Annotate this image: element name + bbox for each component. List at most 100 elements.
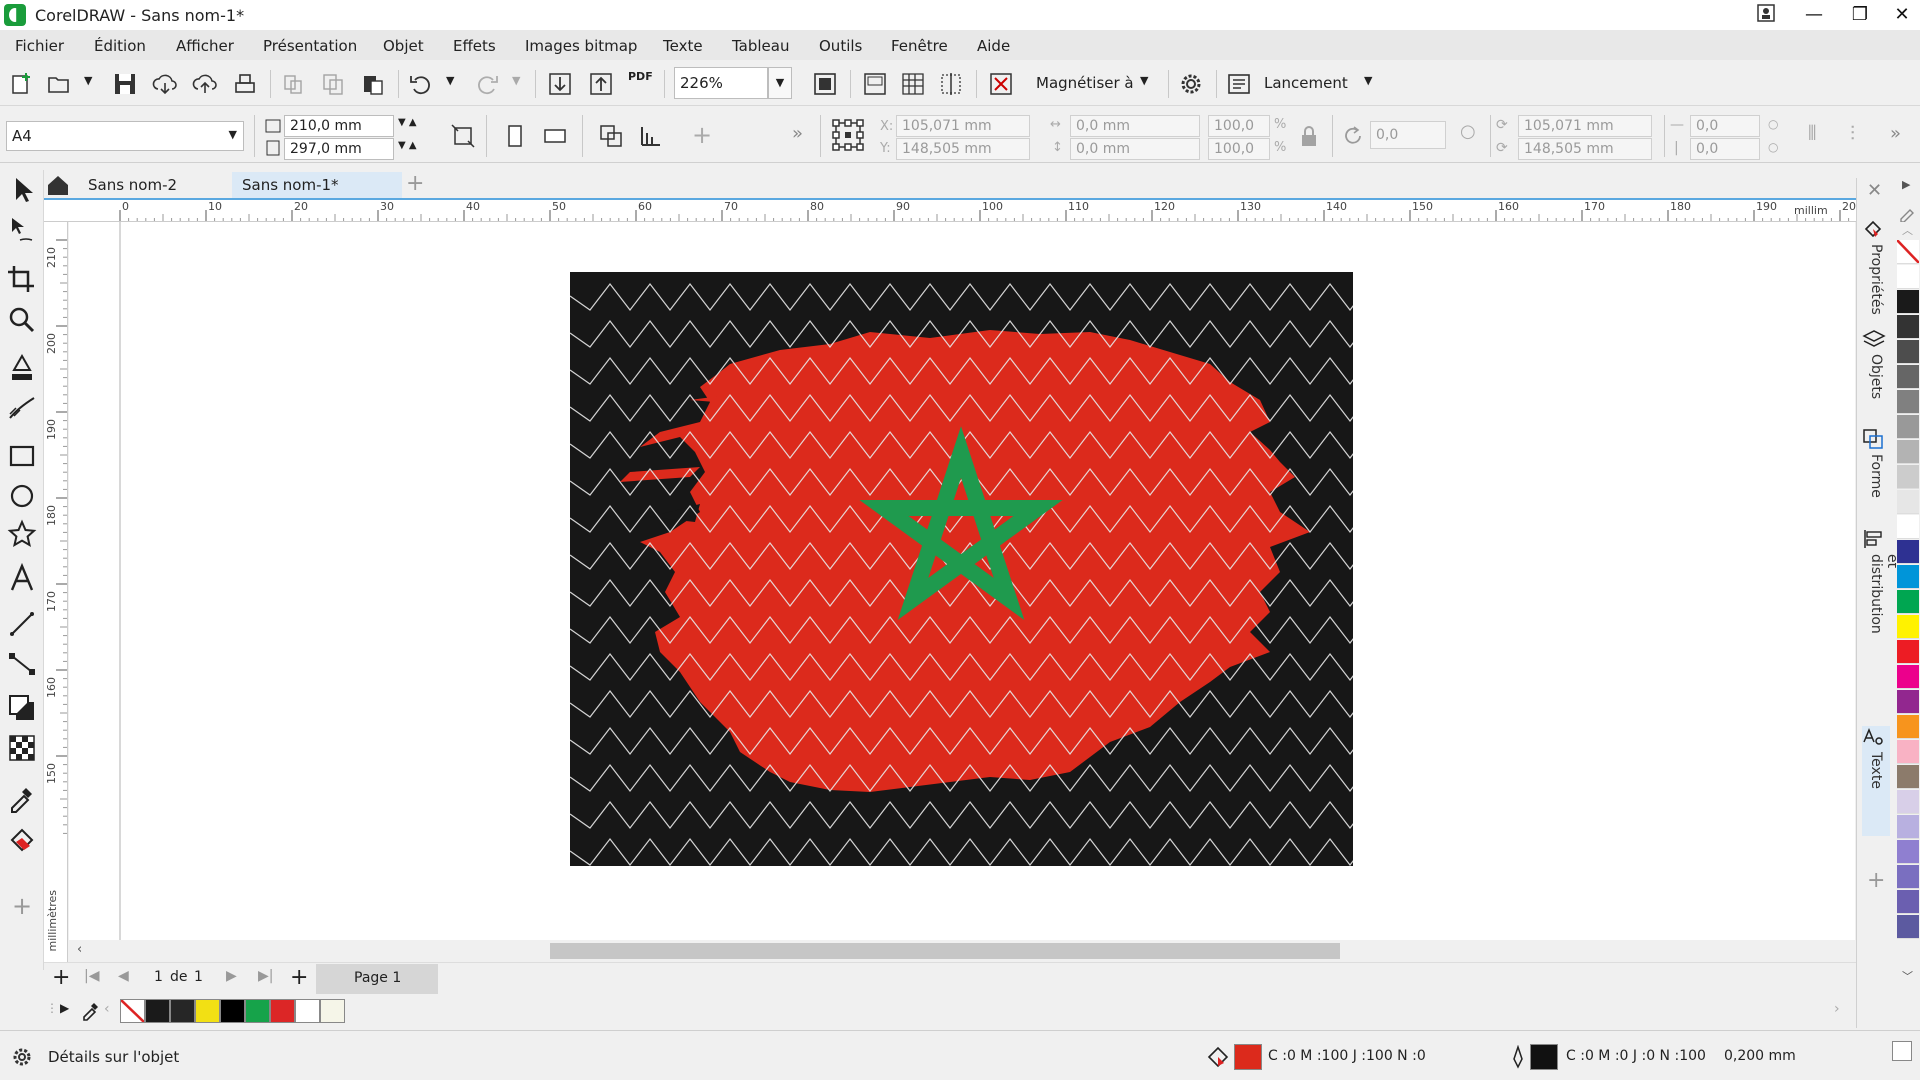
snap-to-label[interactable]: Magnétiser à bbox=[1036, 74, 1134, 92]
transparency-tool-icon[interactable] bbox=[6, 732, 38, 764]
menu-edit[interactable]: Édition bbox=[94, 37, 146, 55]
drop-shadow-tool-icon[interactable] bbox=[6, 692, 38, 724]
document-color-swatch[interactable] bbox=[145, 999, 170, 1023]
docker-tab-shape[interactable]: Forme bbox=[1862, 428, 1890, 498]
palette-color-swatch[interactable] bbox=[1897, 390, 1919, 414]
print-icon[interactable] bbox=[232, 71, 258, 97]
previous-page-icon[interactable]: ◀ bbox=[118, 968, 129, 984]
document-color-swatch[interactable] bbox=[245, 999, 270, 1023]
rotation-center-y-field[interactable]: 148,505 mm bbox=[1518, 138, 1652, 160]
new-tab-icon[interactable]: + bbox=[406, 171, 424, 196]
skew-vertical-field[interactable]: 0,0 bbox=[1690, 138, 1760, 160]
palette-color-swatch[interactable] bbox=[1897, 715, 1919, 739]
scale-width-field[interactable]: 100,0 bbox=[1208, 115, 1270, 137]
cloud-download-icon[interactable] bbox=[152, 71, 178, 97]
palette-scroll-right-icon[interactable]: › bbox=[1834, 1001, 1840, 1017]
guidelines-icon[interactable] bbox=[938, 71, 964, 97]
reference-point-icon[interactable] bbox=[830, 117, 866, 153]
palette-color-swatch[interactable] bbox=[1897, 515, 1919, 539]
palette-color-swatch[interactable] bbox=[1897, 915, 1919, 939]
zoom-fit-icon[interactable] bbox=[812, 71, 838, 97]
palette-eyedropper-icon[interactable] bbox=[80, 999, 102, 1021]
snap-dropdown-icon[interactable]: ▼ bbox=[1140, 74, 1148, 87]
cut-icon[interactable] bbox=[280, 71, 306, 97]
palette-color-swatch[interactable] bbox=[1897, 415, 1919, 439]
portrait-icon[interactable] bbox=[502, 123, 528, 149]
scale-height-field[interactable]: 100,0 bbox=[1208, 138, 1270, 160]
tab-sans-nom-2[interactable]: Sans nom-2 bbox=[78, 172, 228, 198]
menu-file[interactable]: Fichier bbox=[15, 37, 64, 55]
palette-color-swatch[interactable] bbox=[1897, 740, 1919, 764]
cloud-upload-icon[interactable] bbox=[192, 71, 218, 97]
menu-table[interactable]: Tableau bbox=[732, 37, 790, 55]
connector-tool-icon[interactable] bbox=[6, 648, 38, 680]
lock-ratio-icon[interactable] bbox=[1296, 123, 1322, 149]
dimension-tool-icon[interactable] bbox=[6, 608, 38, 640]
palette-scroll-up-icon[interactable]: ︿ bbox=[1902, 222, 1913, 238]
object-height-field[interactable]: 0,0 mm bbox=[1070, 138, 1200, 160]
propbar-more-icon[interactable]: » bbox=[1890, 123, 1901, 144]
document-color-swatch[interactable] bbox=[170, 999, 195, 1023]
options-gear-icon[interactable] bbox=[1178, 71, 1204, 97]
grid-icon[interactable] bbox=[900, 71, 926, 97]
open-dropdown-icon[interactable]: ▼ bbox=[84, 74, 92, 87]
palette-pen-icon[interactable] bbox=[1898, 202, 1918, 222]
menu-effects[interactable]: Effets bbox=[453, 37, 496, 55]
save-icon[interactable] bbox=[112, 71, 138, 97]
menu-tools[interactable]: Outils bbox=[819, 37, 862, 55]
palette-color-swatch[interactable] bbox=[1897, 490, 1919, 514]
eyedropper-tool-icon[interactable] bbox=[6, 782, 38, 814]
zoom-level-field[interactable]: 226% bbox=[674, 67, 768, 99]
scroll-left-icon[interactable]: ‹ bbox=[77, 942, 82, 957]
mirror-vertical-icon[interactable]: ⫶ bbox=[1850, 121, 1855, 145]
document-color-swatch[interactable] bbox=[195, 999, 220, 1023]
flag-artwork[interactable] bbox=[570, 272, 1353, 866]
palette-color-swatch[interactable] bbox=[1897, 540, 1919, 564]
export-icon[interactable] bbox=[588, 71, 614, 97]
pick-tool-icon[interactable] bbox=[6, 174, 38, 206]
interactive-fill-tool-icon[interactable] bbox=[6, 824, 38, 856]
artistic-media-tool-icon[interactable] bbox=[6, 392, 38, 424]
redo-dropdown-icon[interactable]: ▼ bbox=[512, 74, 520, 87]
document-color-swatch[interactable] bbox=[320, 999, 345, 1023]
ellipse-tool-icon[interactable] bbox=[6, 480, 38, 512]
menu-layout[interactable]: Présentation bbox=[263, 37, 357, 55]
undo-icon[interactable] bbox=[408, 71, 434, 97]
launch-dropdown-icon[interactable]: ▼ bbox=[1364, 74, 1372, 87]
palette-expand-icon[interactable]: ▶ bbox=[60, 1001, 69, 1015]
palette-color-swatch[interactable] bbox=[1897, 565, 1919, 589]
width-spinner-icon[interactable]: ▼ ▲ bbox=[398, 117, 417, 128]
menu-help[interactable]: Aide bbox=[977, 37, 1010, 55]
status-settings-gear-icon[interactable] bbox=[10, 1045, 34, 1069]
current-page-number[interactable]: 1 bbox=[154, 969, 163, 985]
horizontal-ruler[interactable]: 0 10 20 30 40 50 60 70 80 90 100 110 120 130 140 150 160… bbox=[44, 198, 1856, 222]
shape-tool-icon[interactable] bbox=[6, 214, 38, 246]
undo-dropdown-icon[interactable]: ▼ bbox=[446, 74, 454, 87]
outline-color-swatch[interactable] bbox=[1530, 1044, 1558, 1070]
zoom-dropdown-icon[interactable]: ▼ bbox=[768, 67, 792, 99]
page-size-select[interactable]: A4 ▼ bbox=[6, 121, 244, 151]
rotation-center-x-field[interactable]: 105,071 mm bbox=[1518, 115, 1652, 137]
menu-bitmaps[interactable]: Images bitmap bbox=[525, 37, 637, 55]
vertical-ruler[interactable]: 210 200 190 180 170 160 150 millimètres bbox=[44, 222, 68, 962]
palette-color-swatch[interactable] bbox=[1897, 865, 1919, 889]
document-color-swatch[interactable] bbox=[220, 999, 245, 1023]
y-position-field[interactable]: 148,505 mm bbox=[896, 138, 1030, 160]
palette-color-swatch[interactable] bbox=[1897, 315, 1919, 339]
palette-color-swatch[interactable] bbox=[1897, 690, 1919, 714]
menu-text[interactable]: Texte bbox=[663, 37, 703, 55]
current-page-icon[interactable] bbox=[638, 123, 664, 149]
palette-color-swatch[interactable] bbox=[1897, 440, 1919, 464]
crop-tool-icon[interactable] bbox=[6, 264, 38, 296]
palette-color-swatch[interactable] bbox=[1897, 265, 1919, 289]
menu-view[interactable]: Afficher bbox=[176, 37, 234, 55]
add-tool-icon[interactable]: + bbox=[12, 892, 32, 920]
menu-window[interactable]: Fenêtre bbox=[891, 37, 948, 55]
help-window-icon[interactable] bbox=[1748, 2, 1784, 28]
document-color-swatch[interactable] bbox=[295, 999, 320, 1023]
palette-no-color-swatch[interactable] bbox=[1897, 240, 1919, 264]
palette-color-swatch[interactable] bbox=[1897, 590, 1919, 614]
palette-color-swatch[interactable] bbox=[1897, 615, 1919, 639]
docker-tab-text[interactable]: Texte bbox=[1862, 726, 1890, 836]
fill-color-swatch[interactable] bbox=[1234, 1044, 1262, 1070]
